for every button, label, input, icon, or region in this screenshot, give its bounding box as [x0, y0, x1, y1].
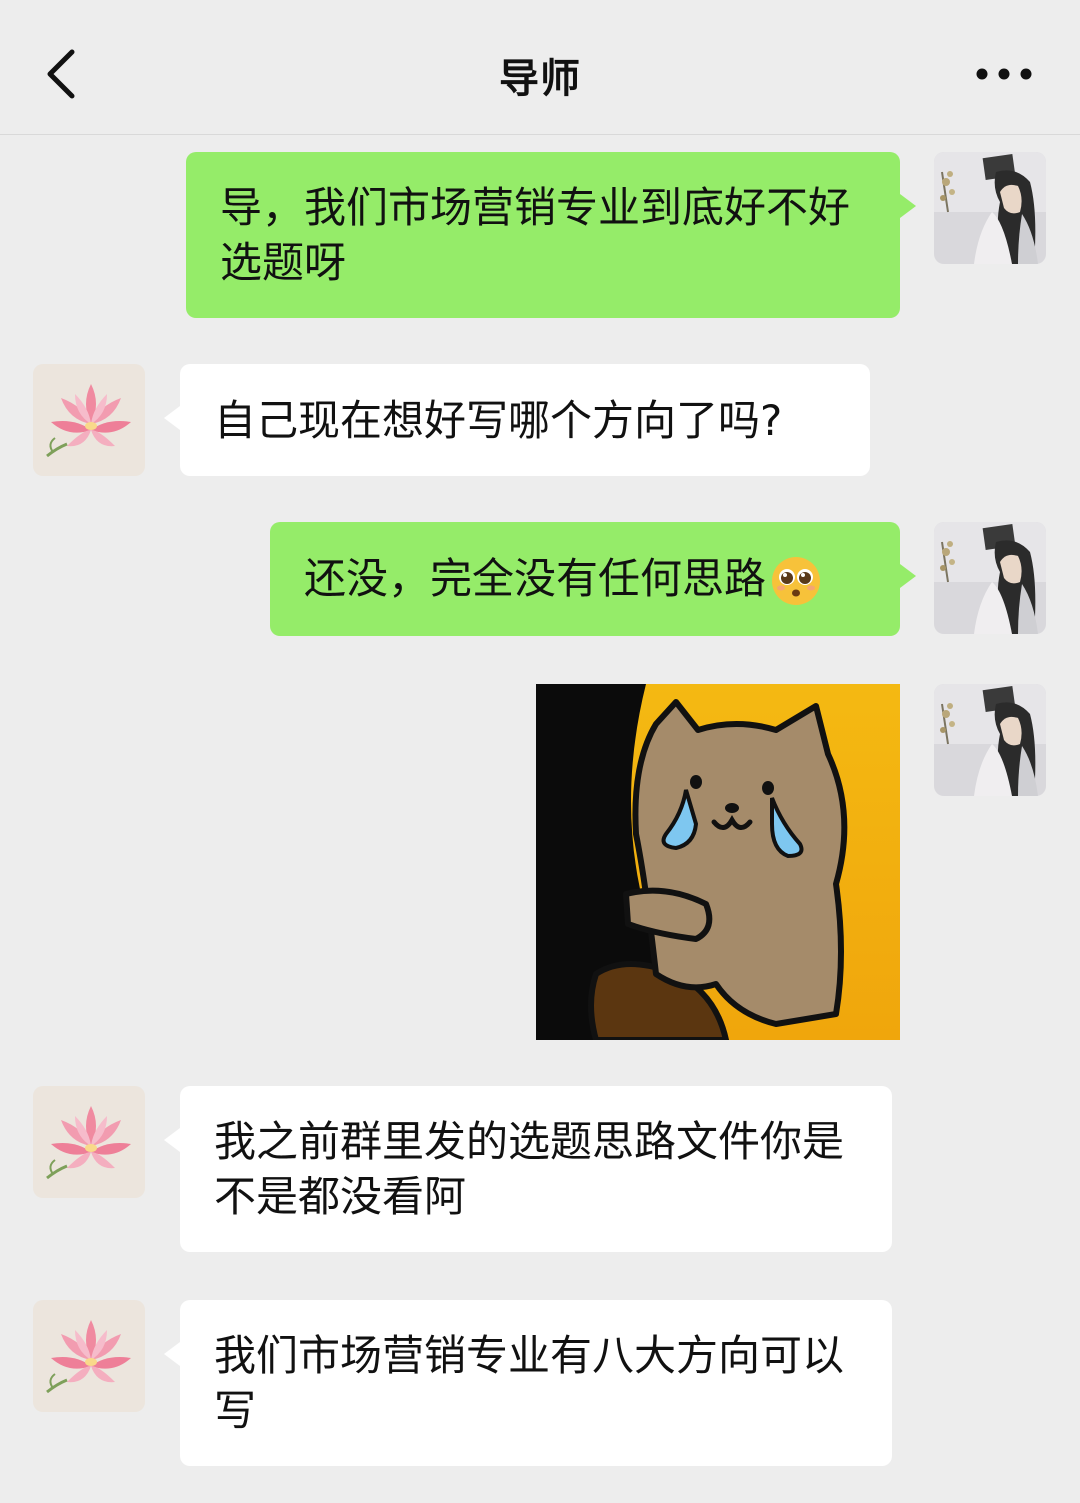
mentor-avatar[interactable] [33, 1086, 145, 1198]
chat-title: 导师 [499, 56, 581, 102]
message-bubble-received[interactable]: 自己现在想好写哪个方向了吗? [164, 364, 870, 476]
message-bubble-received[interactable]: 我之前群里发的选题思路文件你是不是都没看阿 [164, 1086, 892, 1252]
message-bubble-sent[interactable]: 还没，完全没有任何思路 [270, 522, 916, 636]
message-bubble-received[interactable]: 我们市场营销专业有八大方向可以写 [164, 1300, 892, 1466]
message-text: 我之前群里发的选题思路文件你是不是都没看阿 [214, 1117, 845, 1221]
message-text: 我们市场营销专业有八大方向可以写 [214, 1331, 845, 1435]
message-text: 还没，完全没有任何思路 [304, 551, 822, 608]
more-dots-icon [976, 68, 1032, 80]
my-avatar[interactable] [934, 522, 1046, 634]
my-avatar[interactable] [934, 684, 1046, 796]
message-text: 自己现在想好写哪个方向了吗? [214, 395, 783, 445]
top-bar: 导师 [0, 0, 1080, 135]
more-button[interactable] [974, 52, 1034, 96]
pleading-face-icon [772, 557, 821, 606]
mentor-avatar[interactable] [33, 1300, 145, 1412]
mentor-avatar[interactable] [33, 364, 145, 476]
message-text: 导，我们市场营销专业到底好不好选题呀 [220, 183, 851, 287]
crying-cat-hugging-leg-sticker[interactable] [536, 684, 900, 1040]
message-bubble-sent[interactable]: 导，我们市场营销专业到底好不好选题呀 [186, 152, 916, 318]
my-avatar[interactable] [934, 152, 1046, 264]
